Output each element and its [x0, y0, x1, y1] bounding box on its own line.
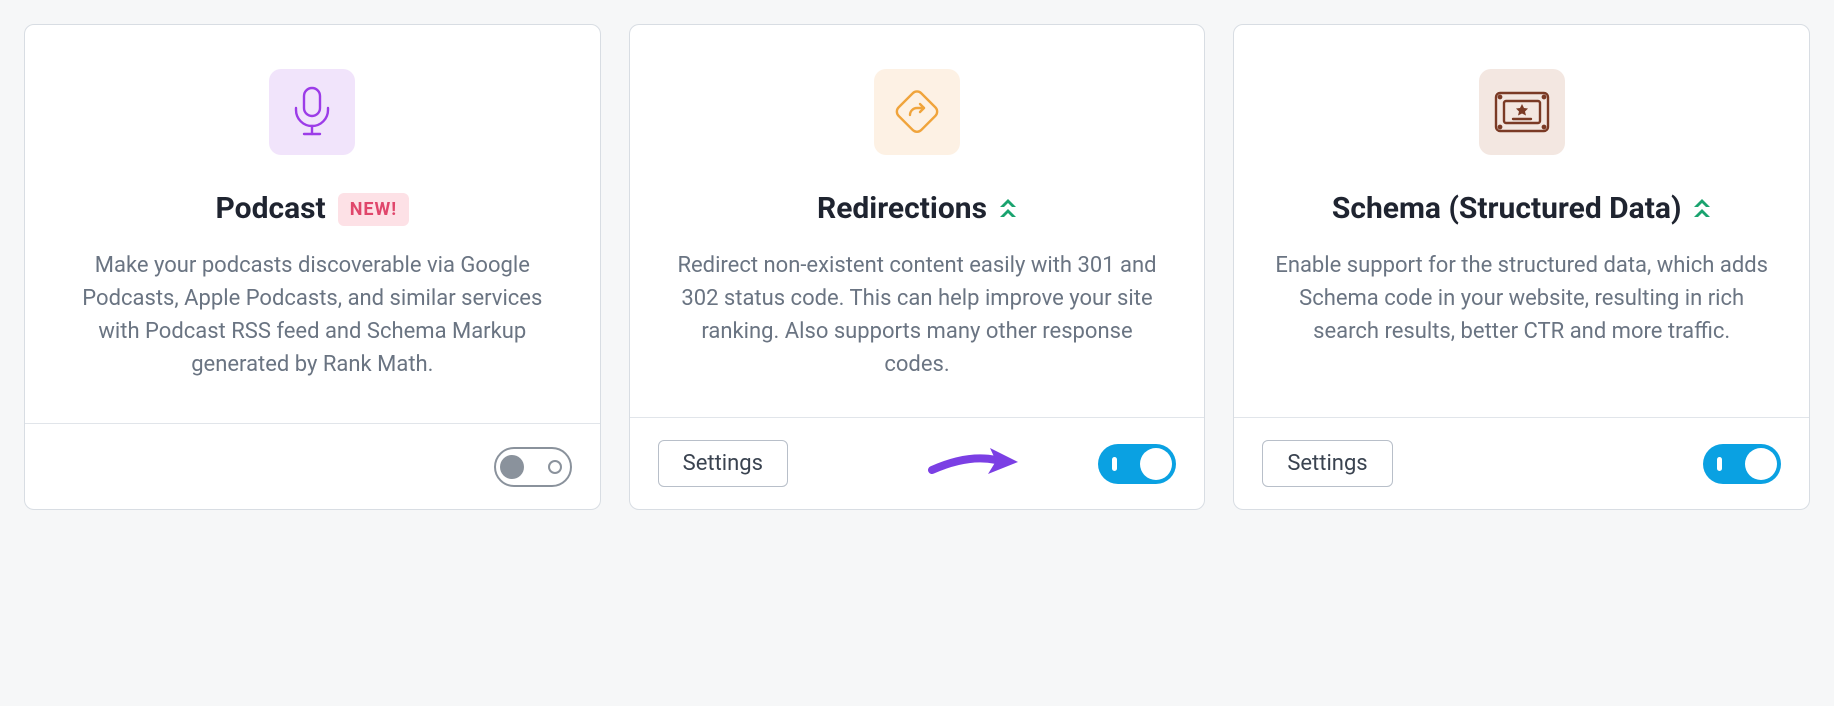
- pro-chevron-icon: [1693, 199, 1711, 219]
- pro-chevron-icon: [999, 199, 1017, 219]
- card-body: Schema (Structured Data) Enable support …: [1234, 25, 1809, 417]
- module-toggle-redirections[interactable]: [1098, 444, 1176, 484]
- title-row: Podcast NEW!: [65, 191, 560, 227]
- card-description: Redirect non-existent content easily wit…: [670, 249, 1165, 381]
- new-badge: NEW!: [338, 193, 409, 226]
- card-body: Redirections Redirect non-existent conte…: [630, 25, 1205, 417]
- schema-icon: [1479, 69, 1565, 155]
- module-card-schema: Schema (Structured Data) Enable support …: [1233, 24, 1810, 510]
- podcast-icon: [269, 69, 355, 155]
- title-row: Schema (Structured Data): [1274, 191, 1769, 227]
- arrow-annotation-icon: [928, 442, 1024, 486]
- module-toggle-schema[interactable]: [1703, 444, 1781, 484]
- card-footer: [25, 423, 600, 509]
- redirections-icon: [874, 69, 960, 155]
- card-footer: Settings: [1234, 417, 1809, 509]
- module-cards-grid: Podcast NEW! Make your podcasts discover…: [24, 24, 1810, 510]
- card-footer: Settings: [630, 417, 1205, 509]
- card-title: Podcast: [215, 191, 325, 227]
- module-toggle-podcast[interactable]: [494, 447, 572, 487]
- title-row: Redirections: [670, 191, 1165, 227]
- card-title: Redirections: [817, 191, 987, 227]
- module-card-podcast: Podcast NEW! Make your podcasts discover…: [24, 24, 601, 510]
- card-title: Schema (Structured Data): [1332, 191, 1682, 227]
- settings-button-schema[interactable]: Settings: [1262, 440, 1392, 487]
- card-description: Enable support for the structured data, …: [1274, 249, 1769, 348]
- module-card-redirections: Redirections Redirect non-existent conte…: [629, 24, 1206, 510]
- card-body: Podcast NEW! Make your podcasts discover…: [25, 25, 600, 423]
- card-description: Make your podcasts discoverable via Goog…: [65, 249, 560, 381]
- settings-button-redirections[interactable]: Settings: [658, 440, 788, 487]
